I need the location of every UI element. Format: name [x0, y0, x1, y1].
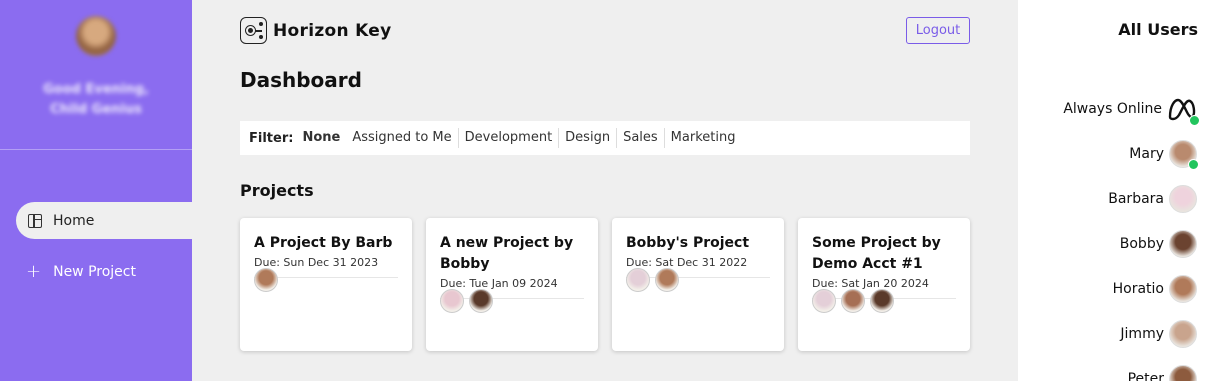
- sidebar-item-label: New Project: [53, 264, 136, 280]
- project-title: A Project By Barb: [254, 235, 393, 251]
- sidebar-item-new-project[interactable]: + New Project: [26, 262, 136, 282]
- filter-option-sales[interactable]: Sales: [616, 128, 664, 148]
- filter-option-development[interactable]: Development: [457, 128, 559, 148]
- layout-icon: [28, 213, 42, 228]
- user-row-bobby[interactable]: Bobby: [1120, 230, 1197, 258]
- user-row-mary[interactable]: Mary: [1129, 140, 1199, 170]
- member-avatar[interactable]: [469, 289, 493, 313]
- horizon-key-logo-icon: [240, 17, 267, 44]
- user-name: Jimmy: [1120, 326, 1164, 342]
- user-avatar: [1169, 275, 1197, 303]
- brand-logo[interactable]: Horizon Key: [240, 17, 392, 44]
- user-name: Horatio: [1112, 281, 1164, 297]
- users-panel: All Users Always Online Mary Barbara Bob…: [1018, 0, 1210, 381]
- projects-heading: Projects: [240, 181, 314, 200]
- logout-button[interactable]: Logout: [906, 17, 970, 44]
- greeting-line-2: Child Genius: [50, 102, 142, 117]
- filter-option-assigned-to-me[interactable]: Assigned to Me: [346, 128, 457, 148]
- project-cards: A Project By Barb Due: Sun Dec 31 2023 A…: [240, 218, 970, 351]
- user-name: Peter: [1127, 371, 1164, 381]
- project-members: [812, 289, 956, 313]
- user-avatar: [1169, 185, 1197, 213]
- project-card[interactable]: Some Project by Demo Acct #1 Due: Sat Ja…: [798, 218, 970, 351]
- user-row-peter[interactable]: Peter: [1128, 365, 1197, 381]
- user-row-horatio[interactable]: Horatio: [1113, 275, 1197, 303]
- project-members: [626, 268, 770, 292]
- user-avatar: [1169, 230, 1197, 258]
- user-row-barbara[interactable]: Barbara: [1108, 185, 1197, 213]
- member-avatar[interactable]: [655, 268, 679, 292]
- plus-icon: +: [26, 261, 42, 282]
- member-avatar[interactable]: [254, 268, 278, 292]
- member-avatar[interactable]: [870, 289, 894, 313]
- user-name: Always Online: [1063, 101, 1162, 117]
- user-name: Barbara: [1108, 191, 1164, 207]
- filter-label: Filter:: [249, 130, 294, 146]
- online-indicator: [1189, 115, 1200, 126]
- filter-option-design[interactable]: Design: [558, 128, 616, 148]
- member-avatar[interactable]: [812, 289, 836, 313]
- project-card[interactable]: A Project By Barb Due: Sun Dec 31 2023: [240, 218, 412, 351]
- project-title: A new Project by Bobby: [440, 235, 574, 272]
- users-panel-title: All Users: [1118, 20, 1198, 39]
- sidebar-item-label: Home: [53, 212, 95, 229]
- member-avatar[interactable]: [841, 289, 865, 313]
- sidebar: Good Evening, Child Genius Home + New Pr…: [0, 0, 192, 381]
- project-title: Some Project by Demo Acct #1: [812, 235, 941, 272]
- project-card[interactable]: Bobby's Project Due: Sat Dec 31 2022: [612, 218, 784, 351]
- sidebar-item-home[interactable]: Home: [16, 202, 192, 239]
- filter-bar: Filter: None Assigned to Me Development …: [240, 121, 970, 155]
- online-indicator: [1188, 159, 1199, 170]
- meta-logo-icon: [1167, 95, 1200, 126]
- filter-option-marketing[interactable]: Marketing: [663, 128, 742, 148]
- page-title: Dashboard: [240, 68, 362, 92]
- brand-name: Horizon Key: [273, 20, 392, 41]
- user-avatar: [1169, 365, 1197, 381]
- user-name: Bobby: [1119, 236, 1164, 252]
- project-due-date: Due: Sun Dec 31 2023: [254, 256, 379, 269]
- project-members: [440, 289, 584, 313]
- member-avatar[interactable]: [440, 289, 464, 313]
- user-avatar: [1169, 320, 1197, 348]
- sidebar-divider: [0, 149, 192, 150]
- user-row-always-online[interactable]: Always Online: [1063, 95, 1200, 126]
- filter-option-none[interactable]: None: [300, 128, 346, 148]
- greeting-line-1: Good Evening,: [43, 82, 149, 97]
- user-avatar[interactable]: [76, 16, 116, 56]
- project-title: Bobby's Project: [626, 235, 750, 251]
- project-card[interactable]: A new Project by Bobby Due: Tue Jan 09 2…: [426, 218, 598, 351]
- user-row-jimmy[interactable]: Jimmy: [1120, 320, 1197, 348]
- user-name: Mary: [1129, 146, 1164, 162]
- greeting: Good Evening, Child Genius: [0, 80, 192, 120]
- member-avatar[interactable]: [626, 268, 650, 292]
- project-members: [254, 268, 398, 292]
- user-avatar: [1169, 140, 1199, 170]
